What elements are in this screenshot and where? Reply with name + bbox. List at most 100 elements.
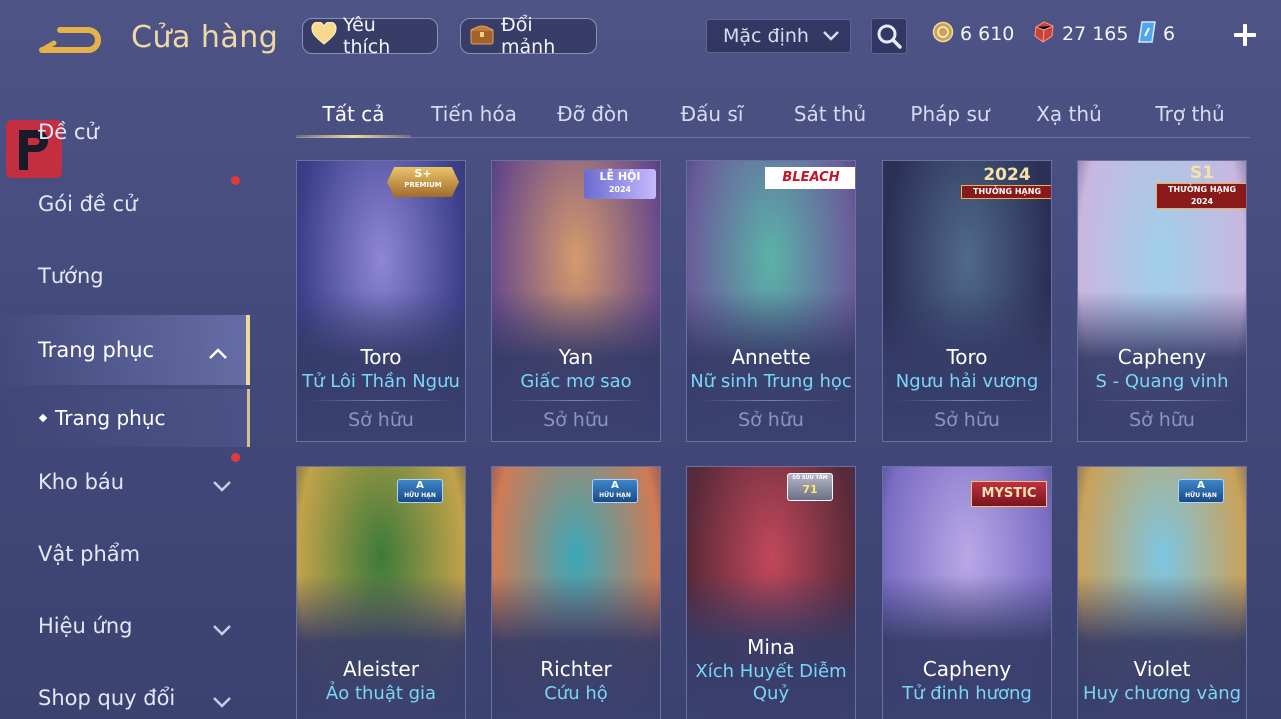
skin-card[interactable]: LỄ HỘI 2024 Yan Giấc mơ sao Sở hữu	[491, 160, 661, 442]
heart-icon	[311, 20, 337, 51]
skin-name: Xích Huyết Diễm Quỷ	[695, 661, 847, 704]
skin-name: Huy chương vàng	[1082, 683, 1242, 704]
chevron-down-icon	[212, 473, 232, 497]
voucher-card-icon	[1137, 20, 1157, 49]
hero-name: Violet	[1133, 657, 1191, 681]
chevron-down-icon	[212, 617, 232, 641]
chevron-up-icon	[208, 341, 228, 365]
skin-name: S - Quang vinh	[1095, 371, 1229, 392]
skin-name: Ảo thuật gia	[325, 683, 437, 704]
owned-status: Sở hữu	[543, 409, 609, 431]
hero-name: Annette	[731, 345, 811, 369]
skin-card[interactable]: A HỮU HẠN Richter Cứu hộ	[491, 466, 661, 719]
sort-dropdown[interactable]: Mặc định	[706, 19, 851, 53]
tab-all[interactable]: Tất cả	[296, 92, 411, 138]
tab-evolution[interactable]: Tiến hóa	[420, 92, 528, 136]
sidebar-item-label: Đề cử	[38, 120, 99, 144]
sidebar-item-treasure[interactable]: Kho báu	[0, 451, 250, 513]
gold-coin-icon	[932, 21, 954, 48]
skin-card[interactable]: A HỮU HẠN Aleister Ảo thuật gia	[296, 466, 466, 719]
sidebar-subitem-skins[interactable]: Trang phục	[0, 389, 250, 447]
tab-mage[interactable]: Pháp sư	[899, 92, 1001, 136]
notification-dot	[231, 453, 240, 462]
skin-card[interactable]: SỐ SƯU TẦM 71 Mina Xích Huyết Diễm Quỷ	[686, 466, 856, 719]
category-tabs: Tất cả Tiến hóa Đỡ đòn Đấu sĩ Sát thủ Ph…	[296, 92, 1250, 138]
search-icon	[872, 24, 906, 57]
rank-reward-badge: 2024 THƯỞNG HẠNG	[961, 165, 1051, 201]
sidebar-item-label: Vật phẩm	[38, 542, 141, 566]
chevron-down-icon	[822, 25, 840, 47]
sidebar-item-recommended-packs[interactable]: Gói đề cử	[0, 173, 250, 235]
gem-amount: 27 165	[1062, 23, 1129, 45]
tier-badge: A HỮU HẠN	[592, 479, 638, 503]
sidebar-item-effects[interactable]: Hiệu ứng	[0, 595, 250, 657]
sidebar-item-label: Trang phục	[38, 338, 155, 362]
skin-name: Nữ sinh Trung học	[690, 371, 852, 392]
back-arrow-icon[interactable]	[38, 24, 104, 58]
skin-card[interactable]: MYSTIC Capheny Tử đinh hương	[882, 466, 1052, 719]
hero-name: Toro	[946, 345, 988, 369]
favorite-button[interactable]: Yêu thích	[302, 14, 438, 58]
skin-name: Tử đinh hương	[902, 683, 1032, 704]
hero-name: Capheny	[1117, 345, 1207, 369]
treasure-chest-icon	[469, 21, 495, 52]
sidebar-item-skins[interactable]: Trang phục	[0, 315, 250, 385]
gold-amount: 6 610	[960, 23, 1015, 45]
skin-card[interactable]: S1 THƯỞNG HẠNG 2024 Capheny S - Quang vi…	[1077, 160, 1247, 442]
hero-name: Capheny	[922, 657, 1012, 681]
red-gem-icon	[1032, 20, 1056, 48]
search-button[interactable]	[871, 18, 907, 54]
sidebar-item-items[interactable]: Vật phẩm	[0, 523, 250, 585]
skin-name: Giấc mơ sao	[520, 371, 632, 392]
tab-support[interactable]: Trợ thủ	[1140, 92, 1240, 136]
sidebar-item-label: Hiệu ứng	[38, 614, 133, 638]
tier-badge: A HỮU HẠN	[397, 479, 443, 503]
sidebar: Đề cử Gói đề cử Tướng Trang phục Trang p…	[0, 95, 252, 719]
collection-badge: SỐ SƯU TẦM 71	[787, 473, 833, 501]
chevron-down-icon	[212, 689, 232, 713]
top-bar: Cửa hàng Yêu thích Đổi mảnh Mặc định 6 6…	[0, 0, 1281, 75]
voucher-amount: 6	[1163, 23, 1176, 45]
sidebar-item-recommended[interactable]: Đề cử	[0, 101, 250, 163]
shard-label: Đổi mảnh	[501, 14, 556, 58]
skin-card[interactable]: S+ PREMIUM Toro Tử Lôi Thần Ngưu Sở hữu	[296, 160, 466, 442]
tab-marksman[interactable]: Xạ thủ	[1020, 92, 1118, 136]
notification-dot	[231, 176, 240, 185]
sidebar-item-label: Kho báu	[38, 470, 125, 494]
tab-assassin[interactable]: Sát thủ	[780, 92, 880, 136]
skin-name: Ngưu hải vương	[895, 371, 1039, 392]
mystic-badge: MYSTIC	[971, 481, 1047, 507]
tier-badge: S+ PREMIUM	[387, 167, 459, 197]
gold-balance: 6 610	[932, 20, 1014, 48]
collab-badge: BLEACH	[765, 167, 855, 189]
rank-reward-badge: S1 THƯỞNG HẠNG 2024	[1156, 163, 1246, 213]
event-badge: LỄ HỘI 2024	[584, 169, 656, 199]
voucher-balance: 6	[1137, 20, 1175, 48]
sidebar-item-heroes[interactable]: Tướng	[0, 245, 250, 307]
sort-value: Mặc định	[723, 25, 809, 47]
sidebar-item-exchange-shop[interactable]: Shop quy đổi	[0, 667, 250, 719]
hero-name: Richter	[540, 657, 612, 681]
owned-status: Sở hữu	[1129, 409, 1195, 431]
shard-exchange-button[interactable]: Đổi mảnh	[460, 14, 597, 58]
skin-card[interactable]: 2024 THƯỞNG HẠNG Toro Ngưu hải vương Sở …	[882, 160, 1052, 442]
hero-name: Yan	[558, 345, 594, 369]
tab-tank[interactable]: Đỡ đòn	[540, 92, 646, 136]
hero-name: Aleister	[343, 657, 419, 681]
page-title: Cửa hàng	[131, 20, 279, 55]
add-currency-button[interactable]	[1232, 22, 1258, 48]
owned-status: Sở hữu	[348, 409, 414, 431]
skin-name: Cứu hộ	[544, 683, 608, 704]
owned-status: Sở hữu	[738, 409, 804, 431]
sidebar-subitem-label: Trang phục	[55, 406, 166, 430]
sidebar-item-label: Gói đề cử	[38, 192, 138, 216]
skin-card[interactable]: A HỮU HẠN Violet Huy chương vàng	[1077, 466, 1247, 719]
owned-status: Sở hữu	[934, 409, 1000, 431]
favorite-label: Yêu thích	[343, 14, 391, 58]
skin-card[interactable]: BLEACH Annette Nữ sinh Trung học Sở hữu	[686, 160, 856, 442]
skin-name: Tử Lôi Thần Ngưu	[302, 371, 460, 392]
tab-fighter[interactable]: Đấu sĩ	[662, 92, 762, 136]
bullet-icon	[38, 413, 48, 423]
hero-name: Mina	[747, 635, 795, 659]
tier-badge: A HỮU HẠN	[1178, 479, 1224, 503]
